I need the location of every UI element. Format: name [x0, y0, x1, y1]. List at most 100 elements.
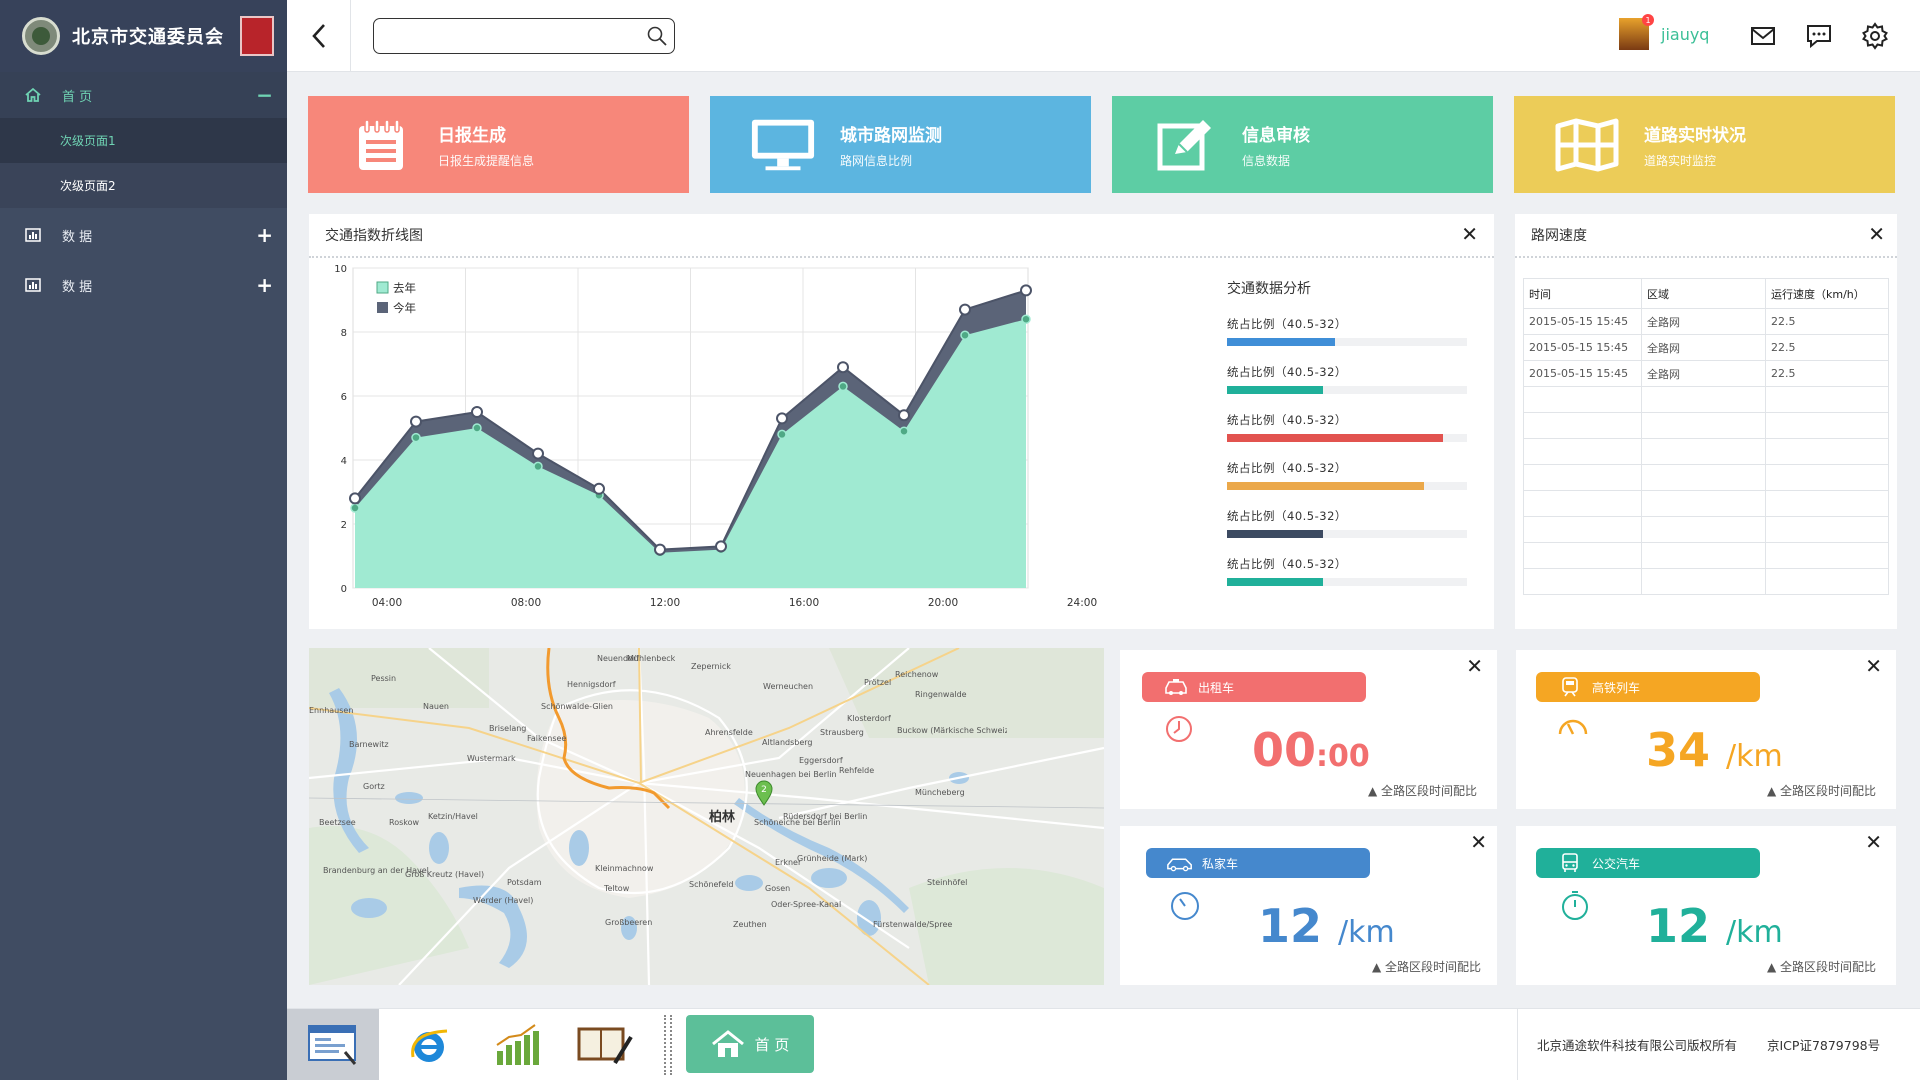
gear-icon[interactable] [1861, 22, 1889, 50]
sidebar-item-home[interactable]: 首 页 − [0, 72, 287, 118]
tile-road-status[interactable]: 道路实时状况 道路实时监控 [1514, 96, 1895, 193]
map-place-label: Gosen [765, 884, 791, 893]
table-cell [1523, 516, 1642, 543]
map-place-label: Werneuchen [763, 682, 814, 691]
berlin-map[interactable]: 2 柏林 Neuendorf Mühlenbeck Zepernick Hennigs… [309, 648, 1104, 985]
taskbar: 首 页 北京通途软件科技有限公司版权所有 京ICP证7879798号 [287, 1008, 1920, 1080]
close-icon[interactable]: ✕ [1865, 832, 1882, 852]
back-button[interactable] [287, 0, 351, 72]
bar-label: 统占比例（40.5-32） [1227, 461, 1347, 475]
taskbar-notebook-button[interactable] [577, 1017, 633, 1073]
footer-divider [1517, 1009, 1518, 1080]
table-row: 2015-05-15 15:45 全路网 22.5 [1523, 334, 1889, 361]
panel-title: 交通指数折线图 [325, 228, 423, 244]
table-cell: 全路网 [1641, 360, 1766, 387]
avatar[interactable]: 1 [1619, 14, 1654, 50]
data-point-last-year [411, 432, 421, 443]
sidebar-item-data-1[interactable]: 数 据 + [0, 212, 287, 258]
analysis-title: 交通数据分析 [1227, 281, 1311, 297]
expand-icon[interactable]: + [256, 273, 273, 297]
map-place-label: Reichenow [895, 670, 939, 679]
analysis-bar-row: 统占比例（40.5-32） [1227, 460, 1467, 490]
stat-unit: /km [1726, 915, 1783, 950]
table-header-row: 时间 区域 运行速度（km/h） [1523, 278, 1889, 309]
map-place-label: Neuenhagen bei Berlin [745, 770, 837, 779]
mail-icon[interactable] [1749, 22, 1777, 50]
data-point-this-year [349, 492, 361, 505]
map-place-label: Fürstenwalde/Spree [873, 920, 953, 929]
close-icon[interactable]: ✕ [1470, 832, 1487, 852]
message-icon[interactable] [1805, 22, 1833, 50]
data-point-last-year [472, 423, 482, 433]
bar-fill [1227, 434, 1443, 442]
table-cell [1765, 386, 1889, 413]
map-place-label: Werder (Havel) [473, 896, 534, 905]
analysis-bar-row: 统占比例（40.5-32） [1227, 412, 1467, 442]
username[interactable]: jiauyq [1661, 25, 1709, 44]
bar-fill [1227, 482, 1424, 490]
sidebar-item-data-2[interactable]: 数 据 + [0, 262, 287, 308]
stat-pill: 公交汽车 [1536, 848, 1760, 878]
taskbar-chart-button[interactable] [489, 1017, 545, 1073]
stat-pill: 私家车 [1146, 848, 1370, 878]
stat-card-train: ✕ 高铁列车 34/km ▲ 全路区段时间配比 [1516, 650, 1896, 809]
map-place-label: Roskow [389, 818, 420, 827]
user-menu[interactable]: 1 jiauyq [1619, 14, 1709, 50]
stat-label: 高铁列车 [1592, 680, 1641, 695]
map-place-label: Zeuthen [733, 920, 767, 929]
tile-road-monitor[interactable]: 城市路网监测 路网信息比例 [710, 96, 1091, 193]
taskbar-browser-button[interactable] [401, 1017, 457, 1073]
search-input[interactable] [374, 19, 634, 53]
close-icon[interactable]: ✕ [1868, 224, 1885, 244]
map-place-label: Großbeeren [605, 918, 653, 927]
map-place-label: Eggersdorf [799, 756, 843, 765]
tile-daily-report[interactable]: 日报生成 日报生成提醒信息 [308, 96, 689, 193]
taskbar-home-button[interactable]: 首 页 [686, 1015, 814, 1073]
column-header: 运行速度（km/h） [1765, 278, 1889, 309]
sidebar-subitem-page1[interactable]: 次级页面1 [0, 118, 287, 163]
table-row [1523, 542, 1889, 569]
stat-pill: 出租车 [1142, 672, 1366, 702]
search-box[interactable] [373, 18, 675, 54]
table-cell: 2015-05-15 15:45 [1523, 308, 1642, 335]
map-place-label: Ahrensfelde [705, 728, 753, 737]
table-row [1523, 386, 1889, 413]
monitor-icon [750, 117, 816, 173]
tile-info-review[interactable]: 信息审核 信息数据 [1112, 96, 1493, 193]
table-row [1523, 412, 1889, 439]
tile-subtitle: 道路实时监控 [1644, 153, 1717, 168]
tile-title: 城市路网监测 [840, 125, 942, 146]
sidebar-subitem-page2[interactable]: 次级页面2 [0, 163, 287, 208]
location-pin-icon[interactable]: 2 [755, 780, 773, 806]
table-cell [1765, 490, 1889, 517]
table-cell: 22.5 [1765, 360, 1889, 387]
close-icon[interactable]: ✕ [1865, 656, 1882, 676]
data-point-last-year [899, 426, 909, 436]
table-cell [1523, 542, 1642, 569]
close-icon[interactable]: ✕ [1461, 224, 1478, 244]
stat-footer: ▲ 全路区段时间配比 [1766, 784, 1876, 798]
stopwatch-icon [1562, 891, 1588, 920]
map-place-label: Grünheide (Mark) [797, 854, 868, 863]
table-row [1523, 490, 1889, 517]
map-place-label: Ennhausen [309, 706, 354, 715]
brand-bar: 北京市交通委员会 [0, 0, 287, 72]
taskbar-window-button[interactable] [287, 1009, 379, 1080]
map-place-label: Barnewitz [349, 740, 389, 749]
table-cell [1523, 490, 1642, 517]
y-tick-label: 6 [341, 392, 347, 403]
stat-value-sub: :00 [1316, 739, 1370, 774]
bar-label: 统占比例（40.5-32） [1227, 365, 1347, 379]
table-cell [1523, 568, 1642, 595]
map-fold-icon [1554, 117, 1620, 173]
map-place-label: Müncheberg [915, 788, 965, 797]
legend-swatch-last-year [376, 281, 389, 294]
search-icon[interactable] [646, 25, 668, 47]
collapse-icon[interactable]: − [256, 83, 273, 107]
stat-pill: 高铁列车 [1536, 672, 1760, 702]
map-place-label: Ringenwalde [915, 690, 967, 699]
close-icon[interactable]: ✕ [1466, 656, 1483, 676]
map-place-label: Ketzin/Havel [428, 812, 478, 821]
expand-icon[interactable]: + [256, 223, 273, 247]
table-cell [1523, 464, 1642, 491]
